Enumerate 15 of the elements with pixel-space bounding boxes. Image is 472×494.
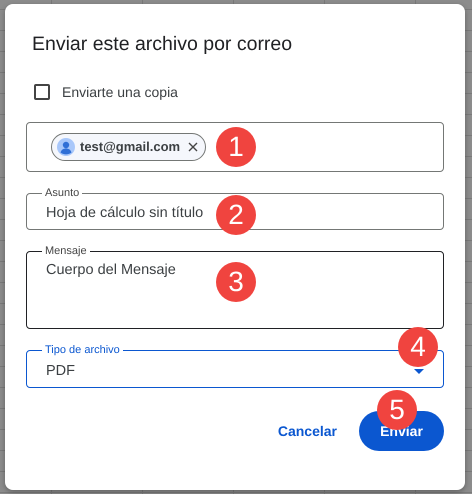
select-value: PDF	[46, 362, 75, 381]
caret-icon	[414, 369, 424, 374]
field-value: Cuerpo del Mensaje	[46, 261, 176, 279]
avatar-icon	[57, 138, 75, 156]
field-label: Asunto	[44, 188, 80, 199]
recipient-email: test@gmail.com	[80, 138, 180, 156]
cancel-button[interactable]: Cancelar	[278, 412, 337, 450]
field-value: Hoja de cálculo sin título	[46, 204, 204, 223]
recipient-chip[interactable]: test@gmail.com	[51, 133, 206, 161]
field-label: Mensaje	[44, 246, 88, 257]
field-label: Tipo de archivo	[44, 345, 121, 356]
close-icon	[188, 142, 198, 152]
dialog-title: Enviar este archivo por correo	[32, 32, 294, 57]
checkbox[interactable]	[34, 84, 50, 100]
checkbox-label: Enviarte una copia	[62, 82, 178, 102]
